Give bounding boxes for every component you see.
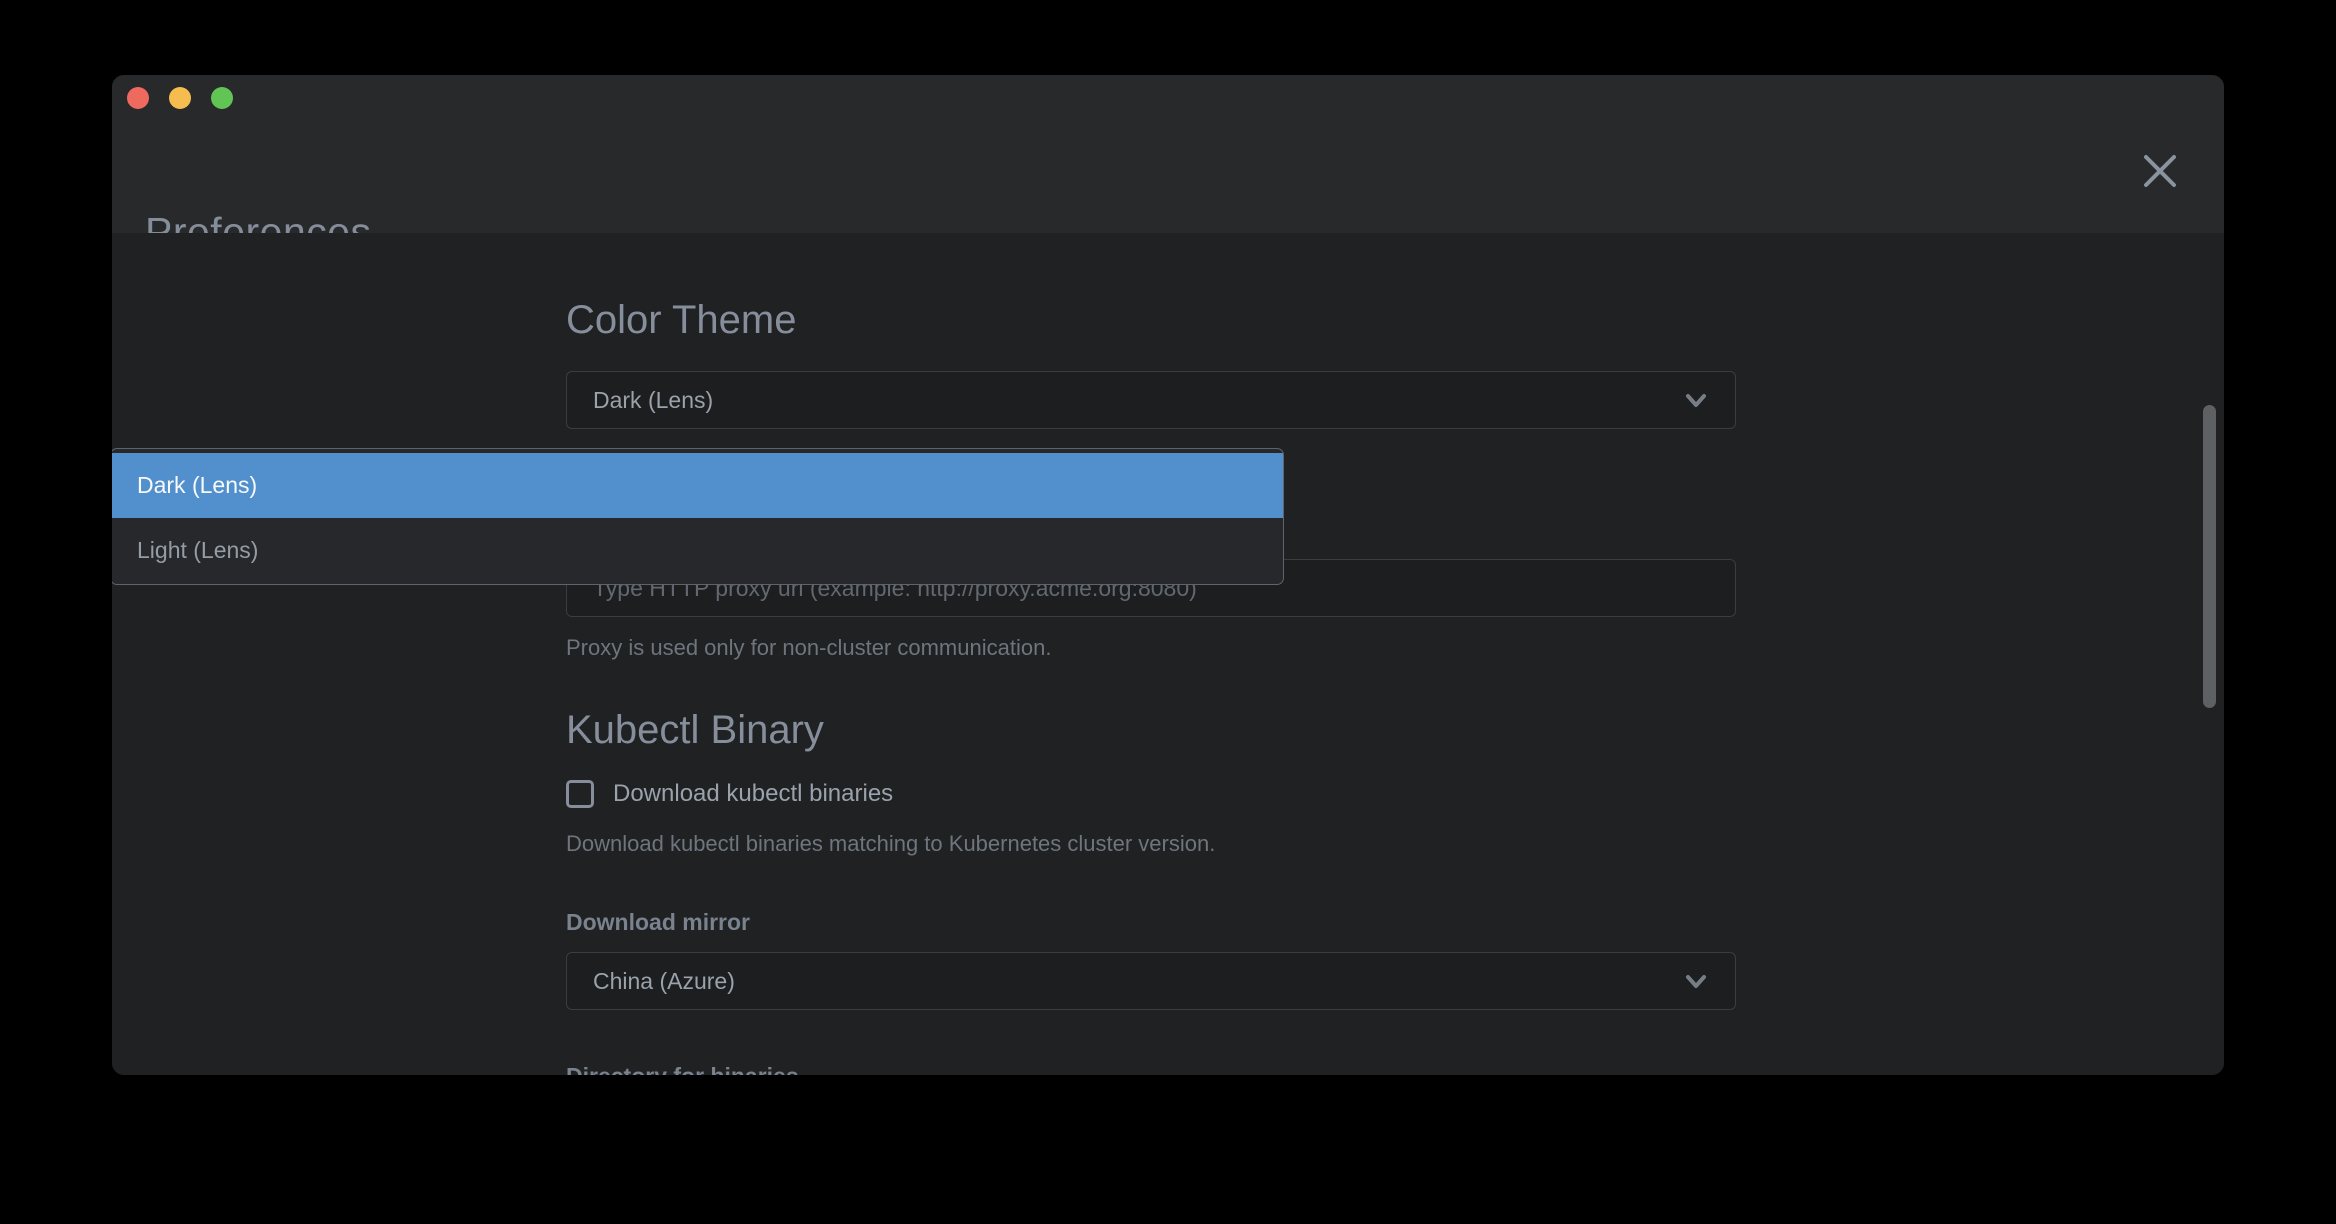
vertical-scrollbar-thumb[interactable] xyxy=(2203,405,2216,708)
proxy-hint-text: Proxy is used only for non-cluster commu… xyxy=(566,635,1736,661)
chevron-down-icon xyxy=(1681,966,1711,996)
titlebar: Preferences xyxy=(112,75,2224,233)
dropdown-option-light-lens[interactable]: Light (Lens) xyxy=(112,518,1283,583)
kubectl-binary-heading: Kubectl Binary xyxy=(566,708,1736,753)
download-mirror-label: Download mirror xyxy=(566,909,1736,936)
download-kubectl-checkbox[interactable] xyxy=(566,780,594,808)
download-kubectl-checkbox-row[interactable]: Download kubectl binaries xyxy=(566,780,1736,808)
dropdown-option-dark-lens[interactable]: Dark (Lens) xyxy=(112,453,1283,518)
preferences-window: Preferences Color Theme Dark (Lens) Dark… xyxy=(112,75,2224,1075)
close-button[interactable] xyxy=(2138,149,2182,193)
window-controls xyxy=(127,87,233,109)
download-kubectl-label: Download kubectl binaries xyxy=(613,780,893,808)
mirror-select-value: China (Azure) xyxy=(593,968,735,995)
minimize-window-button[interactable] xyxy=(169,87,191,109)
kubectl-hint-text: Download kubectl binaries matching to Ku… xyxy=(566,831,1736,857)
close-icon xyxy=(2141,152,2179,190)
theme-select-value: Dark (Lens) xyxy=(593,387,713,414)
color-theme-heading: Color Theme xyxy=(566,298,1736,343)
directory-for-binaries-label: Directory for binaries xyxy=(566,1063,1736,1075)
theme-select[interactable]: Dark (Lens) xyxy=(566,371,1736,429)
close-window-button[interactable] xyxy=(127,87,149,109)
chevron-down-icon xyxy=(1681,385,1711,415)
preferences-content: Color Theme Dark (Lens) Dark (Lens) Ligh… xyxy=(112,233,2224,1075)
theme-dropdown-menu: Dark (Lens) Light (Lens) xyxy=(112,448,1284,585)
download-mirror-select[interactable]: China (Azure) xyxy=(566,952,1736,1010)
zoom-window-button[interactable] xyxy=(211,87,233,109)
